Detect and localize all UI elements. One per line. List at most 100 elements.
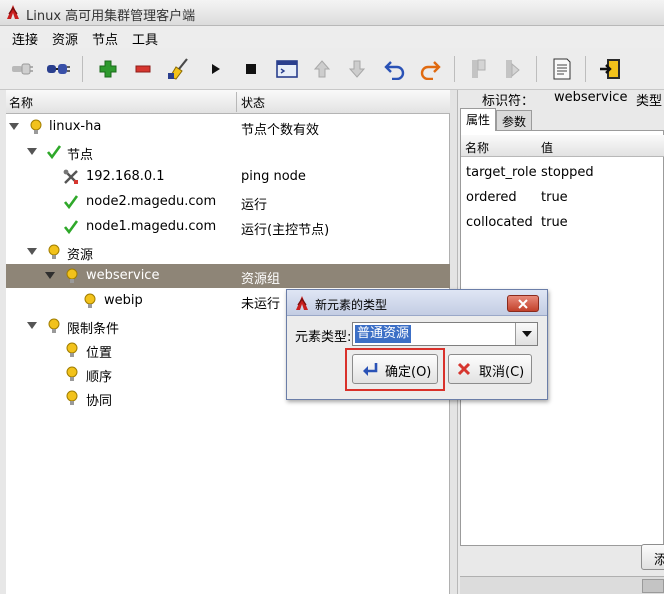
tree-row-label: 192.168.0.1 (86, 169, 165, 184)
tree-row-status: 资源组 (241, 272, 281, 287)
tree-row-label: 协同 (86, 394, 113, 409)
tree-row-status: 运行 (241, 198, 268, 213)
tree-row-label: 限制条件 (67, 322, 120, 337)
scrollbar-thumb[interactable] (642, 579, 664, 593)
remove-icon[interactable] (131, 57, 155, 81)
element-type-label: 元素类型: (295, 330, 352, 345)
tree-row-ping-node[interactable]: 192.168.0.1 ping node (6, 165, 450, 189)
heartbeat-app-icon (6, 4, 20, 24)
tools-icon (63, 169, 79, 185)
ok-button-label: 确定(O) (385, 365, 432, 380)
tree-row-label: node2.magedu.com (86, 194, 217, 209)
prop-value[interactable]: stopped (541, 165, 594, 180)
tree-row-status: 节点个数有效 (241, 123, 320, 138)
element-type-select[interactable]: 普通资源 (352, 322, 538, 346)
tree-row-webservice[interactable]: webservice 资源组 (6, 264, 450, 288)
lightbulb-icon (64, 366, 80, 382)
expand-toggle-icon[interactable] (27, 148, 37, 155)
tree-row-label: 资源 (67, 248, 94, 263)
prop-name: ordered (466, 190, 517, 205)
tree-row-label: linux-ha (49, 119, 102, 134)
tab-attributes[interactable]: 属性 (460, 108, 497, 131)
toolbar-separator (454, 56, 455, 82)
toolbar-separator (585, 56, 586, 82)
tree-row-nodes[interactable]: 节点 (6, 140, 450, 164)
close-icon[interactable] (507, 295, 539, 312)
enter-arrow-icon (361, 362, 379, 382)
tree-row-resources[interactable]: 资源 (6, 240, 450, 264)
unmigrate-resource-icon[interactable] (500, 57, 524, 81)
undo-icon[interactable] (383, 57, 407, 81)
toolbar-separator (536, 56, 537, 82)
tab-parameters[interactable]: 参数 (496, 110, 533, 130)
report-document-icon[interactable] (550, 57, 574, 81)
prop-name-column-header[interactable]: 名称 (465, 139, 489, 156)
menu-resources[interactable]: 资源 (52, 29, 78, 48)
tree-row-label: webip (104, 293, 143, 308)
table-row[interactable]: target_role stopped (461, 161, 664, 185)
migrate-resource-icon[interactable] (466, 57, 490, 81)
table-row[interactable]: ordered true (461, 186, 664, 210)
start-icon[interactable] (204, 57, 228, 81)
table-row[interactable]: collocated true (461, 211, 664, 235)
connect-plug-icon[interactable] (10, 57, 34, 81)
chevron-down-icon[interactable] (515, 323, 537, 345)
move-down-icon[interactable] (345, 57, 369, 81)
add-parameter-button[interactable]: 添加 (641, 544, 664, 570)
console-icon[interactable] (275, 57, 299, 81)
dialog-title: 新元素的类型 (315, 298, 388, 312)
toolbar (0, 48, 664, 90)
element-type-value[interactable]: 普通资源 (355, 325, 412, 343)
check-icon (63, 194, 79, 210)
move-up-icon[interactable] (310, 57, 334, 81)
add-icon[interactable] (96, 57, 120, 81)
prop-value-column-header[interactable]: 值 (541, 139, 553, 156)
cancel-button-label: 取消(C) (479, 365, 525, 380)
prop-name: target_role (466, 165, 537, 180)
prop-name: collocated (466, 215, 533, 230)
tree-row-label: 位置 (86, 346, 113, 361)
name-column-header[interactable]: 名称 (9, 94, 33, 111)
lightbulb-icon (82, 293, 98, 309)
identifier-label: 标识符： (482, 94, 535, 109)
tree-header: 名称 状态 (6, 90, 450, 114)
exit-icon[interactable] (598, 57, 622, 81)
status-column-header[interactable]: 状态 (241, 94, 265, 111)
lightbulb-icon (46, 244, 62, 260)
window-title: Linux 高可用集群管理客户端 (26, 9, 196, 24)
expand-toggle-icon[interactable] (27, 322, 37, 329)
tree-row-linux-ha[interactable]: linux-ha 节点个数有效 (6, 115, 450, 139)
title-bar: Linux 高可用集群管理客户端 (0, 0, 664, 26)
properties-header: 名称 值 (461, 135, 664, 157)
prop-value[interactable]: true (541, 215, 568, 230)
cleanup-broom-icon[interactable] (166, 57, 190, 81)
tree-row-label: 顺序 (86, 370, 113, 385)
column-divider[interactable] (236, 92, 237, 112)
lightbulb-icon (64, 268, 80, 284)
expand-toggle-icon[interactable] (9, 123, 19, 130)
menu-tools[interactable]: 工具 (132, 29, 158, 48)
disconnect-plug-icon[interactable] (46, 57, 70, 81)
cancel-button[interactable]: 取消(C) (448, 354, 532, 384)
expand-toggle-icon[interactable] (27, 248, 37, 255)
check-icon (63, 219, 79, 235)
toolbar-separator (82, 56, 83, 82)
lightbulb-icon (28, 119, 44, 135)
tree-row-node2[interactable]: node2.magedu.com 运行 (6, 190, 450, 214)
lightbulb-icon (46, 318, 62, 334)
ok-button[interactable]: 确定(O) (352, 354, 438, 384)
horizontal-scrollbar[interactable] (460, 576, 664, 594)
menu-bar: 连接 资源 节点 工具 (0, 26, 664, 48)
check-icon (46, 144, 62, 160)
tree-row-status: 未运行 (241, 297, 281, 312)
expand-toggle-icon[interactable] (45, 272, 55, 279)
menu-connect[interactable]: 连接 (12, 29, 38, 48)
prop-value[interactable]: true (541, 190, 568, 205)
heartbeat-app-icon (295, 295, 309, 315)
lightbulb-icon (64, 342, 80, 358)
menu-nodes[interactable]: 节点 (92, 29, 118, 48)
add-parameter-label: 添加 (654, 553, 664, 568)
tree-row-node1[interactable]: node1.magedu.com 运行(主控节点) (6, 215, 450, 239)
redo-icon[interactable] (418, 57, 442, 81)
stop-icon[interactable] (239, 57, 263, 81)
